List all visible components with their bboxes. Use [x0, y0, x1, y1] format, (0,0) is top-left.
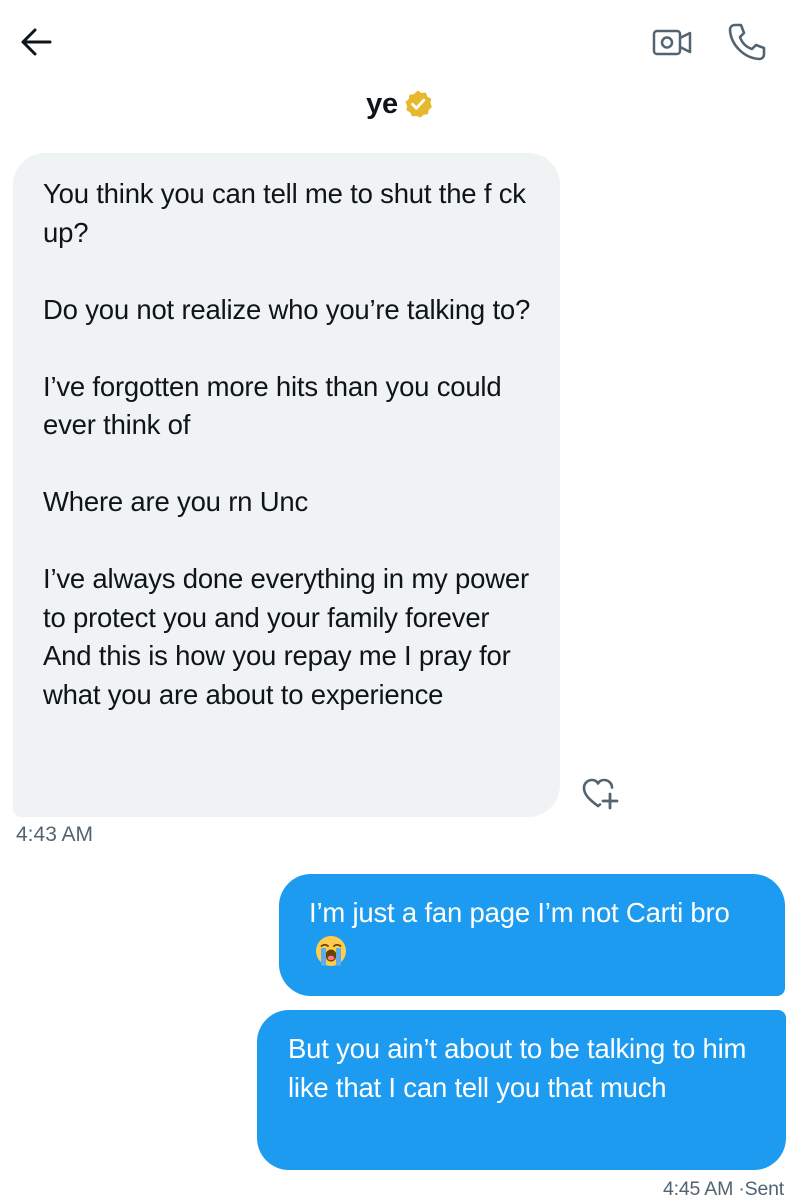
message-paragraph: Do you not realize who you’re talking to… [43, 293, 531, 325]
contact-name: ye [366, 87, 398, 120]
delivery-status: Sent [744, 1178, 785, 1200]
video-call-button[interactable] [648, 20, 696, 64]
back-button[interactable] [14, 22, 58, 62]
add-reaction-button[interactable] [578, 773, 622, 815]
message-paragraph: I’ve forgotten more hits than you could … [43, 370, 502, 441]
message-paragraph: I’ve always done everything in my power … [43, 563, 529, 710]
conversation-header[interactable]: ye [0, 82, 799, 126]
message-paragraph: You think you can tell me to shut the f … [43, 178, 526, 248]
verified-badge-icon [403, 89, 433, 119]
call-button[interactable] [722, 18, 772, 66]
message-text: But you ain’t about to be talking to him… [288, 1033, 747, 1103]
add-reaction-icon [582, 778, 619, 810]
sent-message-bubble[interactable]: But you ain’t about to be talking to him… [257, 1010, 786, 1170]
sent-timestamp: 4:45 AM [663, 1178, 734, 1200]
sent-message-meta: 4:45 AM ·Sent [663, 1178, 784, 1201]
sent-message-bubble[interactable]: I’m just a fan page I’m not Carti bro [279, 874, 785, 996]
video-call-icon [652, 29, 692, 56]
message-text: I’m just a fan page I’m not Carti bro [309, 897, 730, 928]
message-timestamp: 4:43 AM [16, 823, 94, 846]
loudly-crying-face-emoji [315, 935, 347, 967]
message-paragraph: Where are you rn Unc [43, 486, 308, 517]
phone-icon [728, 23, 766, 61]
arrow-left-icon [21, 28, 52, 56]
received-message-bubble[interactable]: You think you can tell me to shut the f … [13, 153, 560, 817]
